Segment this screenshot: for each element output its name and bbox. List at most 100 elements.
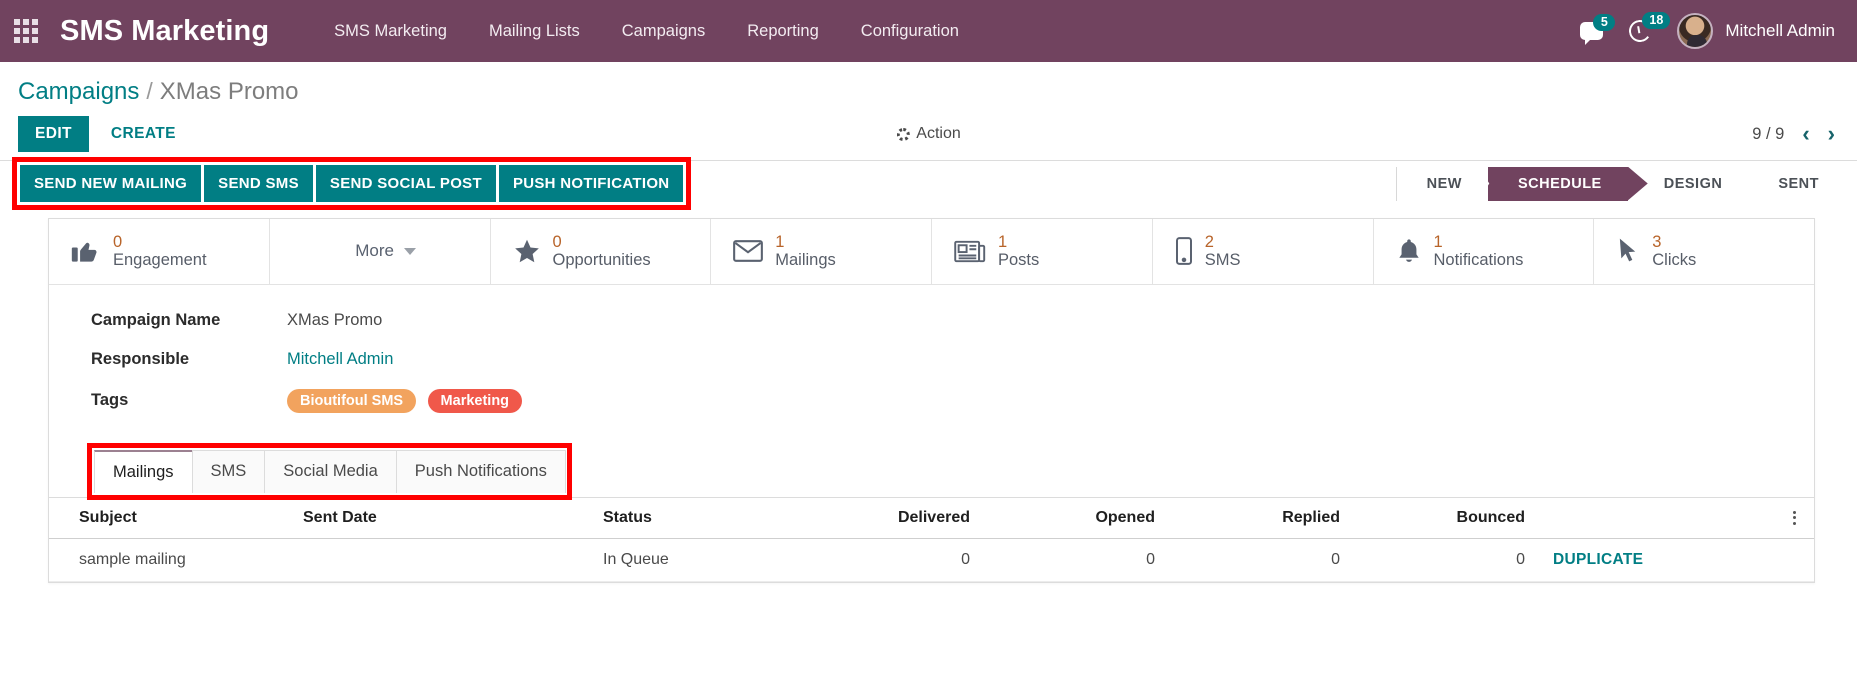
tabs-highlight: Mailings SMS Social Media Push Notificat…: [87, 443, 572, 500]
star-icon: [513, 238, 541, 265]
column-header-delivered[interactable]: Delivered: [799, 497, 984, 538]
stat-label-mailings: Mailings: [775, 251, 836, 269]
app-brand-title: SMS Marketing: [60, 15, 269, 48]
column-header-sent-date[interactable]: Sent Date: [289, 497, 589, 538]
pager-next-icon[interactable]: ›: [1828, 121, 1835, 147]
messages-count-badge: 5: [1593, 14, 1615, 31]
chevron-down-icon: [404, 248, 416, 255]
create-button[interactable]: CREATE: [95, 116, 192, 152]
action-menu-button[interactable]: Action: [896, 125, 960, 143]
menu-item-mailing-lists[interactable]: Mailing Lists: [468, 0, 601, 62]
status-pipeline: NEW SCHEDULE DESIGN SENT: [1396, 167, 1845, 201]
tab-sms[interactable]: SMS: [192, 450, 266, 493]
stat-button-box: 0 Engagement More 0 Opportunities: [49, 219, 1814, 285]
stat-button-posts[interactable]: 1 Posts: [932, 219, 1153, 284]
stat-value-engagement: 0: [113, 233, 207, 251]
user-menu[interactable]: Mitchell Admin: [1677, 13, 1835, 49]
stage-sent[interactable]: SENT: [1748, 167, 1845, 201]
stat-button-more[interactable]: More: [270, 219, 491, 284]
table-header: Subject Sent Date Status Delivered Opene…: [49, 497, 1814, 538]
newspaper-icon: [954, 239, 986, 264]
pager: 9 / 9 ‹ ›: [1752, 121, 1835, 147]
stat-button-engagement[interactable]: 0 Engagement: [49, 219, 270, 284]
messages-button[interactable]: 5: [1580, 22, 1603, 40]
stat-value-sms: 2: [1205, 233, 1241, 251]
menu-item-sms-marketing[interactable]: SMS Marketing: [313, 0, 468, 62]
column-options[interactable]: [1774, 497, 1814, 538]
send-social-post-button[interactable]: SEND SOCIAL POST: [316, 165, 496, 202]
cell-sent-date: [289, 538, 589, 581]
field-responsible: Responsible Mitchell Admin: [91, 350, 1814, 369]
cell-bounced: 0: [1354, 538, 1539, 581]
stat-button-sms[interactable]: 2 SMS: [1153, 219, 1374, 284]
label-responsible: Responsible: [91, 350, 287, 369]
main-menu: SMS Marketing Mailing Lists Campaigns Re…: [313, 0, 980, 62]
kebab-menu-icon[interactable]: [1788, 511, 1800, 525]
field-tags: Tags Bioutifoul SMS Marketing: [91, 389, 1814, 413]
cell-subject: sample mailing: [49, 538, 289, 581]
value-responsible[interactable]: Mitchell Admin: [287, 350, 393, 369]
action-buttons-highlight: SEND NEW MAILING SEND SMS SEND SOCIAL PO…: [12, 157, 691, 210]
cell-status: In Queue: [589, 538, 799, 581]
stat-label-more: More: [355, 241, 394, 261]
activities-count-badge: 18: [1642, 12, 1670, 29]
field-campaign-name: Campaign Name XMas Promo: [91, 311, 1814, 330]
stat-value-opportunities: 0: [553, 233, 651, 251]
cell-spacer: [1774, 538, 1814, 581]
edit-button[interactable]: EDIT: [18, 116, 89, 152]
tab-mailings[interactable]: Mailings: [94, 450, 193, 493]
activities-button[interactable]: 18: [1629, 20, 1651, 42]
pager-previous-icon[interactable]: ‹: [1802, 121, 1809, 147]
stat-label-opportunities: Opportunities: [553, 251, 651, 269]
tab-push-notifications[interactable]: Push Notifications: [396, 450, 566, 493]
mobile-phone-icon: [1175, 237, 1193, 265]
pager-count: 9 / 9: [1752, 125, 1784, 144]
column-header-actions: [1539, 497, 1774, 538]
bell-icon: [1396, 238, 1422, 265]
menu-item-reporting[interactable]: Reporting: [726, 0, 840, 62]
avatar: [1677, 13, 1713, 49]
duplicate-button[interactable]: DUPLICATE: [1553, 551, 1643, 568]
user-name-label: Mitchell Admin: [1725, 21, 1835, 41]
tab-social-media[interactable]: Social Media: [264, 450, 396, 493]
form-fields: Campaign Name XMas Promo Responsible Mit…: [49, 285, 1814, 439]
table-row[interactable]: sample mailing In Queue 0 0 0 0 DUPLICAT…: [49, 538, 1814, 581]
cell-actions: DUPLICATE: [1539, 538, 1774, 581]
column-header-replied[interactable]: Replied: [1169, 497, 1354, 538]
column-header-bounced[interactable]: Bounced: [1354, 497, 1539, 538]
stat-value-posts: 1: [998, 233, 1039, 251]
stat-label-sms: SMS: [1205, 251, 1241, 269]
tag-marketing[interactable]: Marketing: [428, 389, 523, 413]
stat-label-posts: Posts: [998, 251, 1039, 269]
stat-button-opportunities[interactable]: 0 Opportunities: [491, 219, 712, 284]
send-sms-button[interactable]: SEND SMS: [204, 165, 313, 202]
gear-icon: [896, 128, 909, 141]
stat-button-clicks[interactable]: 3 Clicks: [1594, 219, 1814, 284]
stage-schedule[interactable]: SCHEDULE: [1488, 167, 1628, 201]
stat-label-clicks: Clicks: [1652, 251, 1696, 269]
cell-replied: 0: [1169, 538, 1354, 581]
label-campaign-name: Campaign Name: [91, 311, 287, 330]
send-new-mailing-button[interactable]: SEND NEW MAILING: [20, 165, 201, 202]
tag-bioutifoul-sms[interactable]: Bioutifoul SMS: [287, 389, 416, 413]
column-header-opened[interactable]: Opened: [984, 497, 1169, 538]
menu-item-campaigns[interactable]: Campaigns: [601, 0, 726, 62]
stat-label-notifications: Notifications: [1434, 251, 1524, 269]
thumbs-up-icon: [71, 238, 101, 264]
cursor-arrow-icon: [1616, 237, 1640, 265]
stage-new[interactable]: NEW: [1397, 167, 1488, 201]
action-menu-label: Action: [916, 125, 960, 143]
menu-item-configuration[interactable]: Configuration: [840, 0, 980, 62]
page-title: XMas Promo: [160, 78, 299, 106]
apps-grid-icon[interactable]: [14, 19, 38, 43]
column-header-status[interactable]: Status: [589, 497, 799, 538]
stat-value-mailings: 1: [775, 233, 836, 251]
stat-value-clicks: 3: [1652, 233, 1696, 251]
top-navbar: SMS Marketing SMS Marketing Mailing List…: [0, 0, 1857, 62]
value-campaign-name[interactable]: XMas Promo: [287, 311, 382, 330]
column-header-subject[interactable]: Subject: [49, 497, 289, 538]
stat-button-mailings[interactable]: 1 Mailings: [711, 219, 932, 284]
breadcrumb-parent-link[interactable]: Campaigns: [18, 78, 139, 106]
push-notification-button[interactable]: PUSH NOTIFICATION: [499, 165, 683, 202]
stat-button-notifications[interactable]: 1 Notifications: [1374, 219, 1595, 284]
